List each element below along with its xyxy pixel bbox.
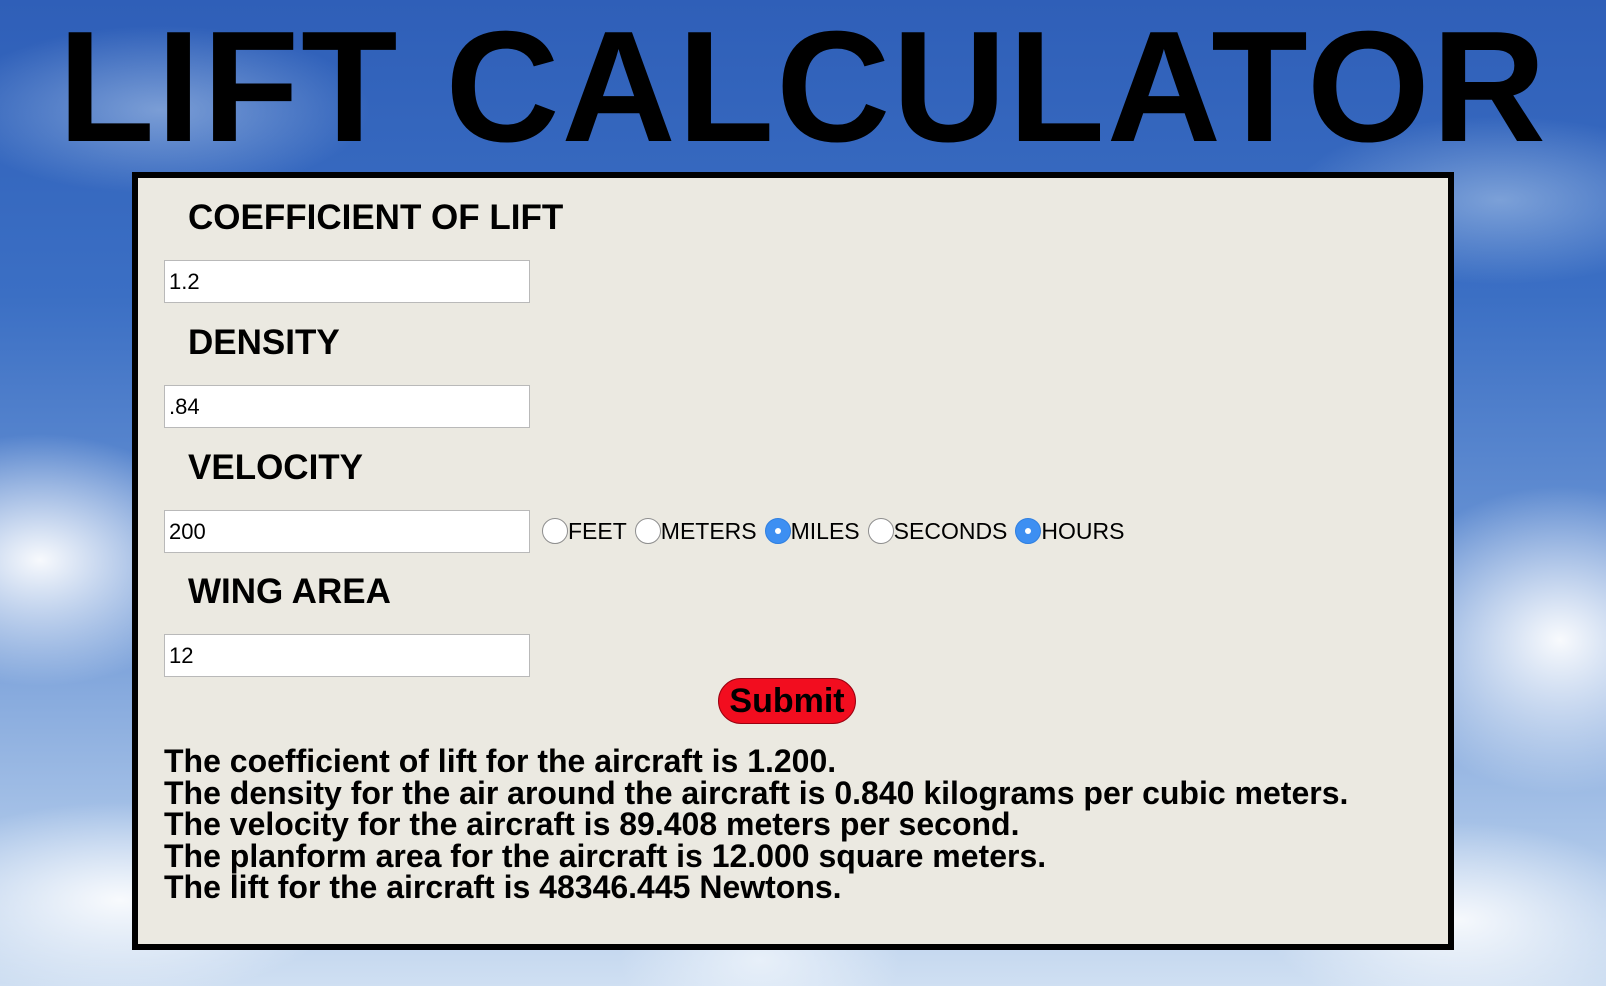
- velocity-unit-options: FEET METERS MILES SECONDS HOURS: [534, 516, 1124, 546]
- meters-radio-label: METERS: [660, 517, 757, 544]
- wing-area-input[interactable]: [164, 634, 530, 677]
- page-title: LIFT CALCULATOR: [58, 0, 1548, 175]
- result-coefficient: The coefficient of lift for the aircraft…: [164, 743, 837, 779]
- seconds-radio-label: SECONDS: [893, 517, 1008, 544]
- seconds-radio[interactable]: [867, 518, 894, 544]
- hours-radio-label: HOURS: [1041, 517, 1125, 544]
- result-lift: The lift for the aircraft is 48346.445 N…: [164, 869, 842, 905]
- unit-option-feet[interactable]: FEET: [534, 518, 627, 545]
- result-velocity: The velocity for the aircraft is 89.408 …: [164, 806, 1020, 842]
- results-output: The coefficient of lift for the aircraft…: [164, 743, 1349, 905]
- coefficient-input[interactable]: [164, 260, 530, 303]
- density-input[interactable]: [164, 385, 530, 428]
- unit-option-miles[interactable]: MILES: [757, 518, 860, 545]
- feet-radio-label: FEET: [568, 517, 627, 544]
- miles-radio-label: MILES: [790, 517, 860, 544]
- wing-area-label: WING AREA: [188, 572, 391, 611]
- miles-radio[interactable]: [764, 518, 791, 544]
- velocity-label: VELOCITY: [188, 448, 364, 487]
- hours-radio[interactable]: [1015, 518, 1042, 544]
- coefficient-label: COEFFICIENT OF LIFT: [188, 198, 564, 237]
- feet-radio[interactable]: [542, 518, 568, 544]
- velocity-input[interactable]: [164, 510, 530, 553]
- result-density: The density for the air around the aircr…: [164, 774, 1349, 811]
- unit-option-hours[interactable]: HOURS: [1007, 518, 1124, 545]
- density-label: DENSITY: [188, 323, 340, 362]
- submit-button[interactable]: Submit: [718, 678, 856, 724]
- unit-option-meters[interactable]: METERS: [627, 518, 757, 545]
- unit-option-seconds[interactable]: SECONDS: [860, 517, 1008, 545]
- meters-radio[interactable]: [634, 518, 661, 544]
- result-planform-area: The planform area for the aircraft is 12…: [164, 837, 1047, 874]
- calculator-panel: COEFFICIENT OF LIFT DENSITY VELOCITY FEE…: [132, 172, 1454, 950]
